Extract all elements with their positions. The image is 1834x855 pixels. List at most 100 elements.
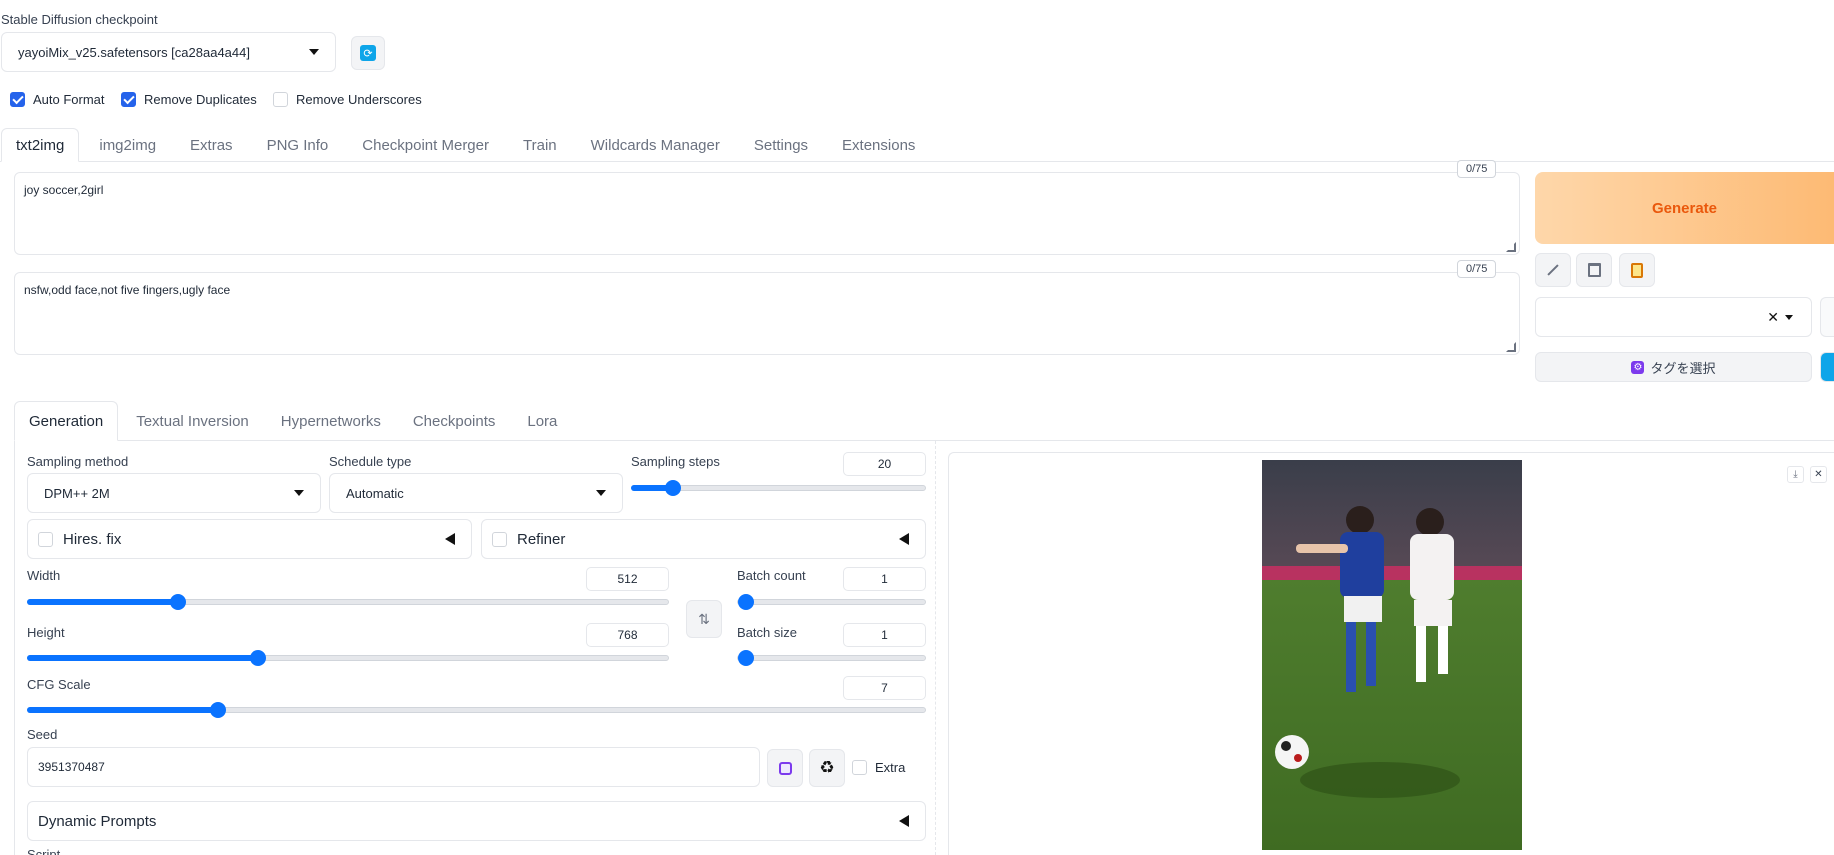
clipboard-icon [1631, 262, 1643, 278]
sampling-method-value: DPM++ 2M [44, 485, 110, 501]
batch-count-label: Batch count [737, 568, 806, 583]
tag-side-button[interactable] [1820, 352, 1834, 382]
tab-extensions[interactable]: Extensions [828, 128, 929, 162]
refiner-label: Refiner [517, 530, 566, 548]
slider-thumb[interactable] [250, 650, 267, 666]
collapse-arrow-icon[interactable] [899, 533, 909, 545]
generate-button[interactable]: Generate [1535, 172, 1834, 244]
dice-icon [778, 761, 792, 775]
checkpoint-select[interactable]: yayoiMix_v25.safetensors [ca28aa4a44] [1, 32, 336, 72]
width-number[interactable]: 512 [586, 567, 669, 591]
close-icon[interactable]: ✕ [1810, 466, 1827, 483]
refiner-checkbox[interactable] [492, 531, 507, 547]
tab-txt2img[interactable]: txt2img [1, 128, 80, 162]
auto-format-checkbox[interactable] [10, 92, 25, 107]
batch-count-number[interactable]: 1 [843, 567, 926, 591]
hires-fix-accordion[interactable]: Hires. fix [27, 519, 472, 559]
slider-fill [27, 655, 258, 661]
swap-icon: ⇅ [698, 610, 710, 627]
swap-dimensions-button[interactable]: ⇅ [686, 600, 722, 638]
seed-extra-option[interactable]: Extra [852, 760, 905, 775]
slider-thumb[interactable] [738, 650, 754, 666]
refiner-accordion[interactable]: Refiner [481, 519, 926, 559]
negative-prompt-input[interactable]: nsfw,odd face,not five fingers,ugly face [14, 272, 1520, 355]
sampling-method-select[interactable]: DPM++ 2M [27, 473, 321, 513]
sampling-method-label: Sampling method [27, 454, 129, 469]
sampling-steps-number[interactable]: 20 [843, 452, 926, 476]
slider-thumb[interactable] [665, 480, 682, 496]
styles-side-button[interactable] [1820, 297, 1834, 337]
cfg-scale-number[interactable]: 7 [843, 676, 926, 700]
option-remove-underscores[interactable]: Remove Underscores [273, 92, 422, 107]
tab-wildcards-manager[interactable]: Wildcards Manager [577, 128, 734, 162]
pencil-icon [1547, 264, 1559, 276]
reuse-seed-button[interactable]: ♻ [809, 749, 845, 787]
close-icon[interactable]: ✕ [1767, 309, 1779, 326]
refresh-checkpoint-button[interactable]: ⟳ [351, 36, 385, 70]
tag-select-button[interactable]: ⚙ タグを選択 [1535, 352, 1812, 382]
checkpoint-label: Stable Diffusion checkpoint [1, 12, 158, 27]
random-seed-button[interactable] [767, 749, 803, 787]
negative-prompt-token-counter: 0/75 [1457, 260, 1497, 278]
refresh-icon: ⟳ [360, 45, 376, 61]
height-number[interactable]: 768 [586, 623, 669, 647]
tab-textual-inversion[interactable]: Textual Inversion [122, 401, 263, 441]
tab-settings[interactable]: Settings [740, 128, 822, 162]
dynamic-prompts-label: Dynamic Prompts [38, 812, 157, 830]
apply-styles-button[interactable] [1535, 253, 1571, 287]
negative-prompt-text: nsfw,odd face,not five fingers,ugly face [24, 283, 231, 297]
seed-input[interactable]: 3951370487 [27, 747, 760, 787]
dynamic-prompts-accordion[interactable]: Dynamic Prompts [27, 801, 926, 841]
seed-label: Seed [27, 727, 58, 742]
width-slider[interactable] [27, 594, 669, 610]
sampling-steps-label: Sampling steps [631, 454, 720, 469]
sampling-steps-slider[interactable] [631, 480, 926, 496]
seed-extra-checkbox[interactable] [852, 760, 867, 775]
cfg-scale-label: CFG Scale [27, 677, 91, 692]
hires-fix-checkbox[interactable] [38, 531, 53, 547]
tag-select-label: タグを選択 [1650, 360, 1716, 376]
slider-thumb[interactable] [210, 702, 227, 718]
slider-thumb[interactable] [738, 594, 754, 610]
tab-train[interactable]: Train [509, 128, 571, 162]
tab-hypernetworks[interactable]: Hypernetworks [267, 401, 395, 441]
schedule-type-select[interactable]: Automatic [329, 473, 623, 513]
option-auto-format[interactable]: Auto Format [10, 92, 105, 107]
slider-thumb[interactable] [170, 594, 187, 610]
download-icon[interactable]: ⤓ [1787, 466, 1804, 483]
seed-value: 3951370487 [38, 760, 105, 774]
styles-dropdown[interactable]: ✕ [1535, 297, 1812, 337]
generated-image[interactable] [1262, 460, 1522, 850]
batch-size-label: Batch size [737, 625, 797, 640]
tab-png-info[interactable]: PNG Info [253, 128, 343, 162]
option-remove-duplicates[interactable]: Remove Duplicates [121, 92, 257, 107]
chevron-down-icon [309, 49, 319, 55]
chevron-down-icon [596, 490, 606, 496]
paste-button[interactable] [1619, 253, 1655, 287]
cfg-scale-slider[interactable] [27, 702, 926, 718]
collapse-arrow-icon[interactable] [899, 815, 909, 827]
prompt-token-counter: 0/75 [1457, 160, 1497, 178]
remove-underscores-checkbox[interactable] [273, 92, 288, 107]
clear-prompt-button[interactable] [1576, 253, 1612, 287]
tab-generation[interactable]: Generation [14, 401, 119, 441]
tab-lora[interactable]: Lora [513, 401, 571, 441]
batch-size-number[interactable]: 1 [843, 623, 926, 647]
width-label: Width [27, 568, 61, 583]
checkpoint-value: yayoiMix_v25.safetensors [ca28aa4a44] [18, 44, 250, 60]
remove-duplicates-checkbox[interactable] [121, 92, 136, 107]
remove-duplicates-label: Remove Duplicates [144, 92, 257, 107]
collapse-arrow-icon[interactable] [445, 533, 455, 545]
tab-extras[interactable]: Extras [176, 128, 247, 162]
tab-checkpoints[interactable]: Checkpoints [399, 401, 510, 441]
schedule-type-value: Automatic [346, 485, 404, 501]
slider-fill [27, 707, 218, 713]
script-label: Script [27, 847, 61, 855]
prompt-input[interactable]: joy soccer,2girl [14, 172, 1520, 255]
tab-img2img[interactable]: img2img [85, 128, 170, 162]
batch-size-slider[interactable] [737, 650, 926, 666]
chevron-down-icon [1785, 314, 1793, 320]
batch-count-slider[interactable] [737, 594, 926, 610]
tab-checkpoint-merger[interactable]: Checkpoint Merger [348, 128, 503, 162]
height-slider[interactable] [27, 650, 669, 666]
